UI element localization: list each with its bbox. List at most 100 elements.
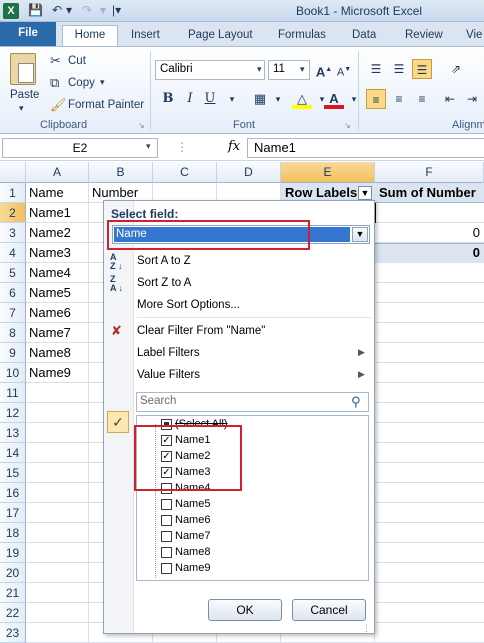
- tab-review[interactable]: Review: [405, 26, 443, 46]
- copy-arrow-icon[interactable]: ▾: [100, 77, 105, 88]
- cell-f3[interactable]: 0: [460, 223, 480, 243]
- tab-page-layout[interactable]: Page Layout: [188, 26, 253, 46]
- cancel-button[interactable]: Cancel: [292, 599, 366, 621]
- checkbox-name8[interactable]: [161, 547, 172, 558]
- shrink-font-icon[interactable]: A▼: [334, 60, 354, 80]
- row-header-17[interactable]: 17: [0, 503, 26, 523]
- row-header-8[interactable]: 8: [0, 323, 26, 343]
- row-header-12[interactable]: 12: [0, 403, 26, 423]
- insert-function-icon[interactable]: fx: [228, 139, 240, 154]
- row-header-21[interactable]: 21: [0, 583, 26, 603]
- cell-a5[interactable]: Name4: [27, 263, 71, 283]
- row-header-10[interactable]: 10: [0, 363, 26, 383]
- checkbox-name9[interactable]: [161, 563, 172, 574]
- row-header-18[interactable]: 18: [0, 523, 26, 543]
- orientation-icon[interactable]: ⇗: [446, 59, 466, 79]
- select-all-corner[interactable]: [0, 162, 26, 183]
- row-header-16[interactable]: 16: [0, 483, 26, 503]
- name-box-arrow-icon[interactable]: ▾: [146, 141, 151, 152]
- tab-file[interactable]: File: [0, 22, 56, 46]
- column-header-f[interactable]: F: [375, 162, 484, 183]
- row-header-15[interactable]: 15: [0, 463, 26, 483]
- align-center-icon[interactable]: ≡: [389, 89, 409, 109]
- row-header-22[interactable]: 22: [0, 603, 26, 623]
- row-header-2[interactable]: 2: [0, 203, 26, 223]
- tab-insert[interactable]: Insert: [131, 26, 160, 46]
- middle-align-icon[interactable]: ☰: [389, 59, 409, 79]
- row-header-6[interactable]: 6: [0, 283, 26, 303]
- clear-filter-item[interactable]: Clear Filter From "Name": [137, 325, 265, 337]
- column-header-a[interactable]: A: [26, 162, 89, 183]
- cell-a8[interactable]: Name7: [27, 323, 71, 343]
- row-header-9[interactable]: 9: [0, 343, 26, 363]
- grow-font-icon[interactable]: A▲: [314, 60, 334, 80]
- font-name-arrow-icon[interactable]: ▾: [257, 64, 262, 75]
- filter-dropdown-icon[interactable]: ▼: [358, 186, 372, 200]
- cell-a1[interactable]: Name: [27, 183, 64, 203]
- paste-button[interactable]: Paste: [10, 89, 39, 101]
- align-left-icon[interactable]: ≡: [366, 89, 386, 109]
- copy-button[interactable]: Copy: [68, 77, 95, 89]
- paste-arrow-icon[interactable]: ▾: [19, 103, 24, 114]
- cell-a4[interactable]: Name3: [27, 243, 71, 263]
- clipboard-launcher-icon[interactable]: ↘: [138, 121, 145, 130]
- tab-view[interactable]: Vie: [466, 26, 482, 46]
- value-filters-item[interactable]: Value Filters: [137, 369, 200, 381]
- row-header-7[interactable]: 7: [0, 303, 26, 323]
- bottom-align-icon[interactable]: ☰: [412, 59, 432, 79]
- borders-arrow-icon[interactable]: ▾: [268, 89, 288, 109]
- more-sort-options-item[interactable]: More Sort Options...: [137, 299, 240, 311]
- cut-button[interactable]: Cut: [68, 55, 86, 67]
- underline-arrow-icon[interactable]: ▾: [222, 89, 242, 109]
- cell-a10[interactable]: Name9: [27, 363, 71, 383]
- fill-color-icon[interactable]: △: [292, 89, 312, 109]
- checkbox-name5[interactable]: [161, 499, 172, 510]
- cell-a7[interactable]: Name6: [27, 303, 71, 323]
- cell-a6[interactable]: Name5: [27, 283, 71, 303]
- font-color-arrow-icon[interactable]: ▾: [344, 89, 364, 109]
- row-header-11[interactable]: 11: [0, 383, 26, 403]
- tab-formulas[interactable]: Formulas: [278, 26, 326, 46]
- cell-f1[interactable]: Sum of Number: [377, 183, 476, 203]
- font-color-icon[interactable]: A: [324, 89, 344, 109]
- cell-a3[interactable]: Name2: [27, 223, 71, 243]
- cell-f4[interactable]: 0: [460, 243, 480, 263]
- increase-indent-icon[interactable]: ⇥: [462, 89, 482, 109]
- row-header-5[interactable]: 5: [0, 263, 26, 283]
- name-box[interactable]: E2: [2, 138, 158, 158]
- font-launcher-icon[interactable]: ↘: [344, 121, 351, 130]
- decrease-indent-icon[interactable]: ⇤: [440, 89, 460, 109]
- cell-a2[interactable]: Name1: [27, 203, 71, 223]
- row-header-19[interactable]: 19: [0, 543, 26, 563]
- sort-z-to-a-item[interactable]: Sort Z to A: [137, 277, 191, 289]
- underline-button[interactable]: U: [200, 89, 220, 109]
- sort-a-to-z-item[interactable]: Sort A to Z: [137, 255, 191, 267]
- undo-icon[interactable]: ↶: [52, 3, 62, 19]
- row-header-3[interactable]: 3: [0, 223, 26, 243]
- font-name-box[interactable]: Calibri: [155, 60, 265, 80]
- align-right-icon[interactable]: ≡: [412, 89, 432, 109]
- tab-data[interactable]: Data: [352, 26, 376, 46]
- row-header-14[interactable]: 14: [0, 443, 26, 463]
- ok-button[interactable]: OK: [208, 599, 282, 621]
- font-size-arrow-icon[interactable]: ▾: [300, 64, 305, 75]
- row-header-23[interactable]: 23: [0, 623, 26, 643]
- column-header-d[interactable]: D: [217, 162, 281, 183]
- redo-icon[interactable]: ↷: [82, 3, 92, 19]
- bold-button[interactable]: B: [158, 89, 178, 109]
- cell-a9[interactable]: Name8: [27, 343, 71, 363]
- row-header-20[interactable]: 20: [0, 563, 26, 583]
- save-icon[interactable]: 💾: [28, 3, 43, 19]
- paste-icon[interactable]: [10, 53, 36, 85]
- resize-grip-icon[interactable]: ⋮: [362, 623, 371, 634]
- search-box[interactable]: Search ⚲: [136, 392, 369, 412]
- row-header-1[interactable]: 1: [0, 183, 26, 203]
- customize-qat-icon[interactable]: |▾: [112, 3, 121, 19]
- select-field-arrow-icon[interactable]: ▼: [352, 227, 368, 242]
- tab-home[interactable]: Home: [62, 25, 118, 46]
- row-header-13[interactable]: 13: [0, 423, 26, 443]
- label-filters-item[interactable]: Label Filters: [137, 347, 200, 359]
- column-header-c[interactable]: C: [153, 162, 217, 183]
- column-header-b[interactable]: B: [89, 162, 153, 183]
- formula-input[interactable]: Name1: [247, 138, 484, 158]
